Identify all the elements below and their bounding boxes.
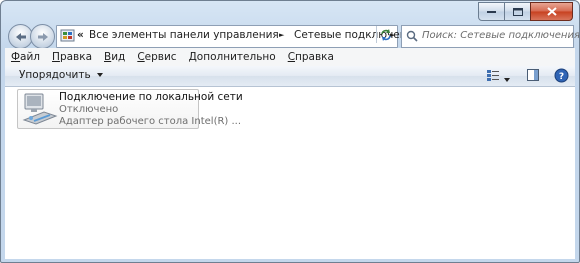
forward-button[interactable] <box>30 24 55 49</box>
back-arrow-icon <box>15 32 26 41</box>
change-view-button[interactable] <box>486 68 500 85</box>
refresh-button[interactable] <box>376 26 394 43</box>
address-bar[interactable]: « Все элементы панели управления ► Сетев… <box>56 25 424 48</box>
breadcrumb-control-panel[interactable]: Все элементы панели управления <box>89 29 279 41</box>
menu-edit[interactable]: Правка <box>46 51 98 63</box>
maximize-button[interactable] <box>504 2 531 21</box>
menu-view[interactable]: Вид <box>98 51 131 63</box>
control-panel-icon <box>60 29 75 42</box>
search-box[interactable]: Поиск: Сетевые подключения <box>401 25 579 48</box>
menu-help[interactable]: Справка <box>282 51 340 63</box>
view-dropdown-button[interactable] <box>504 72 510 85</box>
network-adapter-icon <box>22 93 58 125</box>
connection-status: Отключено <box>59 104 119 115</box>
minimize-icon <box>486 10 496 13</box>
menu-bar: Файл Правка Вид Сервис Дополнительно Спр… <box>5 48 575 67</box>
svg-text:?: ? <box>559 72 564 82</box>
content-pane[interactable]: Подключение по локальной сети Отключено … <box>5 87 575 259</box>
minimize-button[interactable] <box>478 2 505 21</box>
forward-arrow-icon <box>37 32 48 41</box>
close-icon <box>546 7 557 16</box>
menu-advanced[interactable]: Дополнительно <box>183 51 282 63</box>
search-icon <box>406 30 418 42</box>
explorer-window: « Все элементы панели управления ► Сетев… <box>0 0 580 263</box>
menu-advanced-access-key: Д <box>188 51 197 63</box>
search-placeholder: Поиск: Сетевые подключения <box>422 30 580 41</box>
connection-tile[interactable]: Подключение по локальной сети Отключено … <box>17 89 243 129</box>
menu-tools-access-key: С <box>137 51 145 63</box>
help-icon: ? <box>554 68 569 83</box>
menu-help-label: правка <box>295 51 334 63</box>
connection-adapter: Адаптер рабочего стола Intel(R) ... <box>59 116 242 127</box>
menu-tools[interactable]: Сервис <box>131 51 182 63</box>
menu-edit-access-key: П <box>52 51 60 63</box>
organize-button[interactable]: Упорядочить <box>19 69 103 81</box>
navigation-row: « Все элементы панели управления ► Сетев… <box>1 23 579 51</box>
breadcrumb-overflow[interactable]: « <box>77 29 84 41</box>
refresh-icon <box>380 28 391 41</box>
menu-file-label: айл <box>20 51 41 63</box>
menu-file[interactable]: Файл <box>5 51 46 63</box>
help-button[interactable]: ? <box>554 68 569 86</box>
close-button[interactable] <box>530 2 573 21</box>
menu-view-label: ид <box>111 51 126 63</box>
preview-pane-button[interactable] <box>526 68 540 85</box>
chevron-down-icon <box>96 73 103 77</box>
view-dropdown-icon <box>504 78 510 82</box>
menu-edit-label: равка <box>59 51 93 63</box>
view-options-icon <box>487 70 499 81</box>
maximize-icon <box>512 7 523 16</box>
menu-help-access-key: С <box>287 51 296 63</box>
organize-label: Упорядочить <box>19 69 91 81</box>
command-bar: Упорядочить ? <box>5 66 575 87</box>
connection-name: Подключение по локальной сети <box>59 91 243 103</box>
preview-pane-icon <box>527 69 539 81</box>
menu-tools-label: ервис <box>144 51 177 63</box>
menu-advanced-label: ополнительно <box>196 51 276 63</box>
caption-buttons <box>478 2 573 21</box>
breadcrumb-separator[interactable]: ► <box>279 31 284 39</box>
menu-file-access-key: Ф <box>11 51 21 63</box>
